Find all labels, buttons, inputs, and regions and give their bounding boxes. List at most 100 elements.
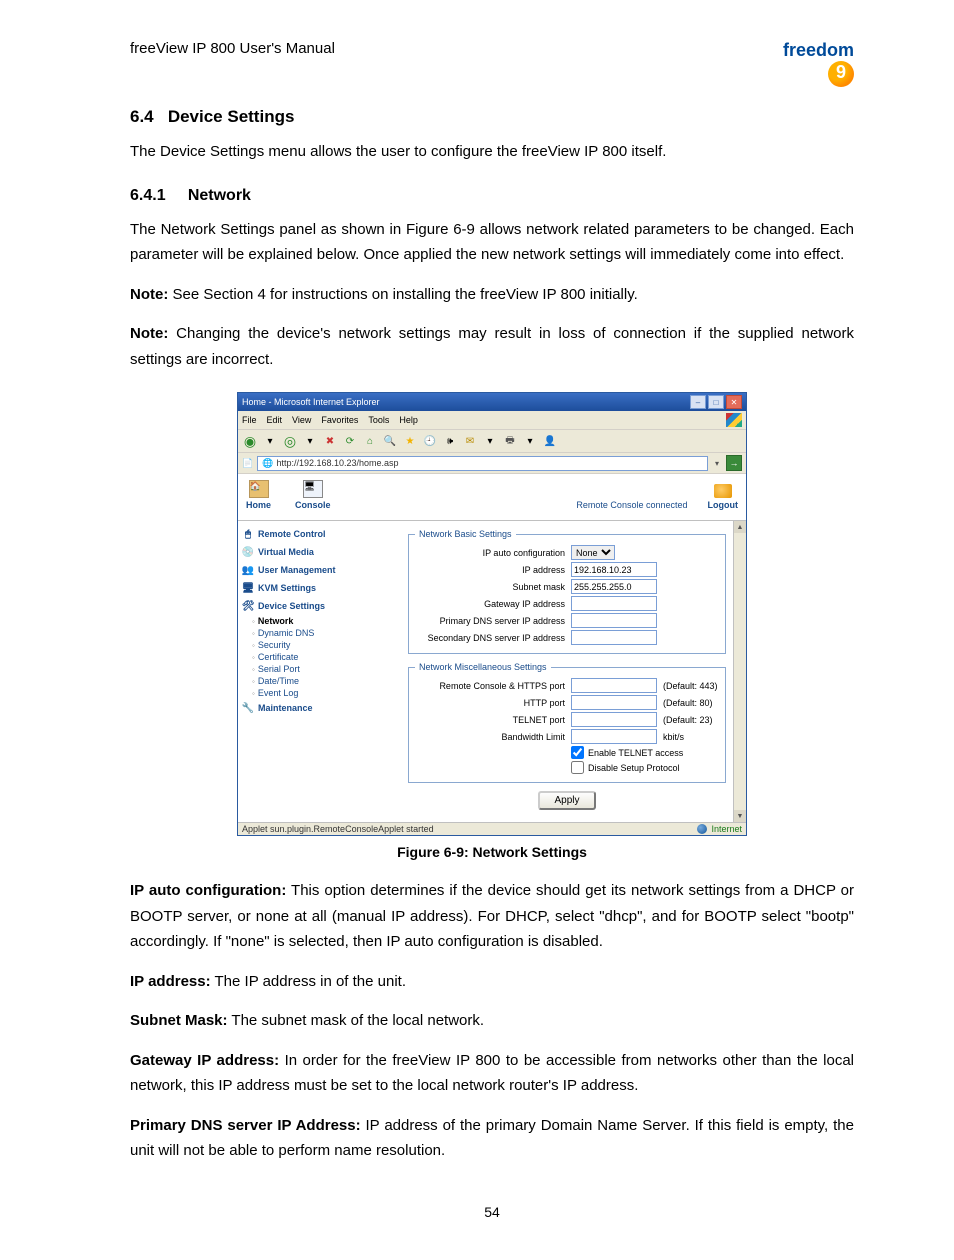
nav-logout[interactable]: Logout [708,484,739,510]
messenger-icon[interactable]: 👤 [542,433,558,449]
close-button[interactable]: ✕ [726,395,742,409]
sidebar-item-virtual-media[interactable]: 💿Virtual Media [238,543,348,561]
sidebar-sub-network[interactable]: Network [238,615,348,627]
history-button[interactable]: 🕘 [422,433,438,449]
ie-titlebar: Home - Microsoft Internet Explorer – □ ✕ [238,393,746,411]
back-button[interactable]: ◉ [242,433,258,449]
minimize-button[interactable]: – [690,395,706,409]
ie-window: Home - Microsoft Internet Explorer – □ ✕… [237,392,747,836]
nav-home-label: Home [246,500,271,510]
intro-paragraph: The Device Settings menu allows the user… [130,139,854,165]
edit-button[interactable]: ▾ [522,433,538,449]
input-telnet-port[interactable] [571,712,657,727]
menu-help[interactable]: Help [399,415,418,425]
sidebar-item-maintenance[interactable]: 🔧Maintenance [238,699,348,717]
nav-console[interactable]: 🖥 Console [295,480,331,510]
sidebar-sub-dynamic-dns[interactable]: Dynamic DNS [238,627,348,639]
label-http-port: HTTP port [415,698,565,708]
apply-row: Apply [408,791,726,810]
select-ip-auto[interactable]: None [571,545,615,560]
note-2-label: Note: [130,325,168,342]
favorites-button[interactable]: ★ [402,433,418,449]
scroll-down-icon[interactable]: ▼ [734,810,746,822]
maintenance-icon: 🔧 [242,702,254,714]
mail-button[interactable]: ✉ [462,433,478,449]
search-button[interactable]: 🔍 [382,433,398,449]
input-ip-addr[interactable] [571,562,657,577]
stop-button[interactable]: ✖ [322,433,338,449]
window-controls: – □ ✕ [690,395,742,409]
section-title: Device Settings [168,107,295,126]
home-button[interactable]: ⌂ [362,433,378,449]
menu-file[interactable]: File [242,415,257,425]
sidebar-sub-serial-port[interactable]: Serial Port [238,663,348,675]
input-https-port[interactable] [571,678,657,693]
print-button[interactable]: 🖶 [502,433,518,449]
refresh-button[interactable]: ⟳ [342,433,358,449]
address-input[interactable]: 🌐 http://192.168.10.23/home.asp [257,456,708,471]
subsection-number: 6.4.1 [130,187,166,204]
sidebar-sub-event-log[interactable]: Event Log [238,687,348,699]
figure-caption: Figure 6-9: Network Settings [130,844,854,860]
menu-view[interactable]: View [292,415,311,425]
sidebar-sub-security[interactable]: Security [238,639,348,651]
menu-favorites[interactable]: Favorites [321,415,358,425]
row-disable-setup: Disable Setup Protocol [571,761,719,774]
sidebar-item-user-management[interactable]: 👥User Management [238,561,348,579]
app-sidebar: 🖱Remote Control 💿Virtual Media 👥User Man… [238,521,348,822]
menu-edit[interactable]: Edit [267,415,283,425]
input-gateway[interactable] [571,596,657,611]
group-misc-legend: Network Miscellaneous Settings [415,662,551,672]
suffix-bandwidth: kbit/s [663,732,684,742]
input-primary-dns[interactable] [571,613,657,628]
content-pane: ▲ ▼ Network Basic Settings IP auto confi… [348,521,746,822]
address-dropdown-icon[interactable]: ▾ [712,459,722,468]
page-header: freeView IP 800 User's Manual freedom [130,40,854,87]
subsection-title: Network [188,187,251,204]
label-subnet: Subnet mask [415,582,565,592]
status-left-text: Applet sun.plugin.RemoteConsoleApplet st… [242,824,434,834]
note-1-text: See Section 4 for instructions on instal… [168,286,637,303]
go-button[interactable]: → [726,455,742,471]
label-ip-addr: IP address [415,565,565,575]
apply-button[interactable]: Apply [538,791,595,810]
media-button[interactable]: 🕪 [442,433,458,449]
user-management-icon: 👥 [242,564,254,576]
ie-statusbar: Applet sun.plugin.RemoteConsoleApplet st… [238,822,746,835]
group-basic-legend: Network Basic Settings [415,529,516,539]
sidebar-sub-certificate[interactable]: Certificate [238,651,348,663]
sidebar-item-remote-control[interactable]: 🖱Remote Control [238,525,348,543]
nav-logout-label: Logout [708,500,739,510]
subsection-heading: 6.4.1 Network [130,187,854,205]
figure-screenshot: Home - Microsoft Internet Explorer – □ ✕… [237,392,747,836]
input-bandwidth[interactable] [571,729,657,744]
input-subnet[interactable] [571,579,657,594]
def-gateway: Gateway IP address: In order for the fre… [130,1048,854,1099]
input-secondary-dns[interactable] [571,630,657,645]
checkbox-enable-telnet[interactable] [571,746,584,759]
mail-dropdown-icon[interactable]: ▾ [482,433,498,449]
row-gateway: Gateway IP address [415,596,719,611]
device-settings-icon: 🛠 [242,600,254,612]
address-url-text: http://192.168.10.23/home.asp [276,458,398,468]
menu-tools[interactable]: Tools [368,415,389,425]
row-http-port: HTTP port (Default: 80) [415,695,719,710]
sidebar-item-kvm-settings[interactable]: 🖥KVM Settings [238,579,348,597]
note-1-label: Note: [130,286,168,303]
nav-home[interactable]: 🏠 Home [246,480,271,510]
input-http-port[interactable] [571,695,657,710]
row-secondary-dns: Secondary DNS server IP address [415,630,719,645]
checkbox-disable-setup[interactable] [571,761,584,774]
forward-dropdown-icon[interactable]: ▾ [302,433,318,449]
row-subnet: Subnet mask [415,579,719,594]
back-dropdown-icon[interactable]: ▾ [262,433,278,449]
sidebar-item-device-settings[interactable]: 🛠Device Settings [238,597,348,615]
forward-button[interactable]: ◎ [282,433,298,449]
def-ip-addr: IP address: The IP address in of the uni… [130,969,854,995]
label-https-port: Remote Console & HTTPS port [415,681,565,691]
note-2-text: Changing the device's network settings m… [130,325,854,368]
scroll-up-icon[interactable]: ▲ [734,521,746,533]
content-scrollbar[interactable]: ▲ ▼ [733,521,746,822]
sidebar-sub-date-time[interactable]: Date/Time [238,675,348,687]
maximize-button[interactable]: □ [708,395,724,409]
